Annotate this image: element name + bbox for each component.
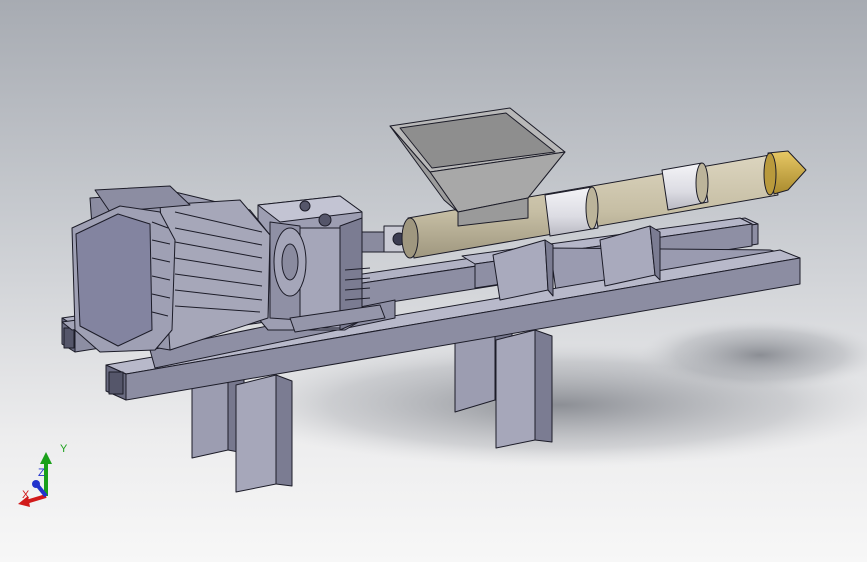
z-axis-arrowhead bbox=[32, 480, 40, 488]
triad-z-label: Z bbox=[38, 467, 45, 479]
y-axis-arrowhead bbox=[40, 452, 52, 464]
extruder-nozzle bbox=[763, 150, 807, 196]
extruder-assembly-model[interactable] bbox=[0, 0, 867, 562]
triad-x-label: X bbox=[22, 489, 30, 501]
triad-y-label: Y bbox=[60, 443, 68, 455]
frame-leg-front-left bbox=[235, 374, 293, 493]
frame-leg-front-right bbox=[495, 329, 553, 449]
gearbox bbox=[257, 195, 386, 333]
graphics-viewport[interactable]: Y Z X bbox=[0, 0, 867, 562]
orientation-triad: Y Z X bbox=[14, 440, 84, 512]
triad-arrows bbox=[18, 452, 52, 507]
motor-fan-cover bbox=[71, 205, 176, 353]
